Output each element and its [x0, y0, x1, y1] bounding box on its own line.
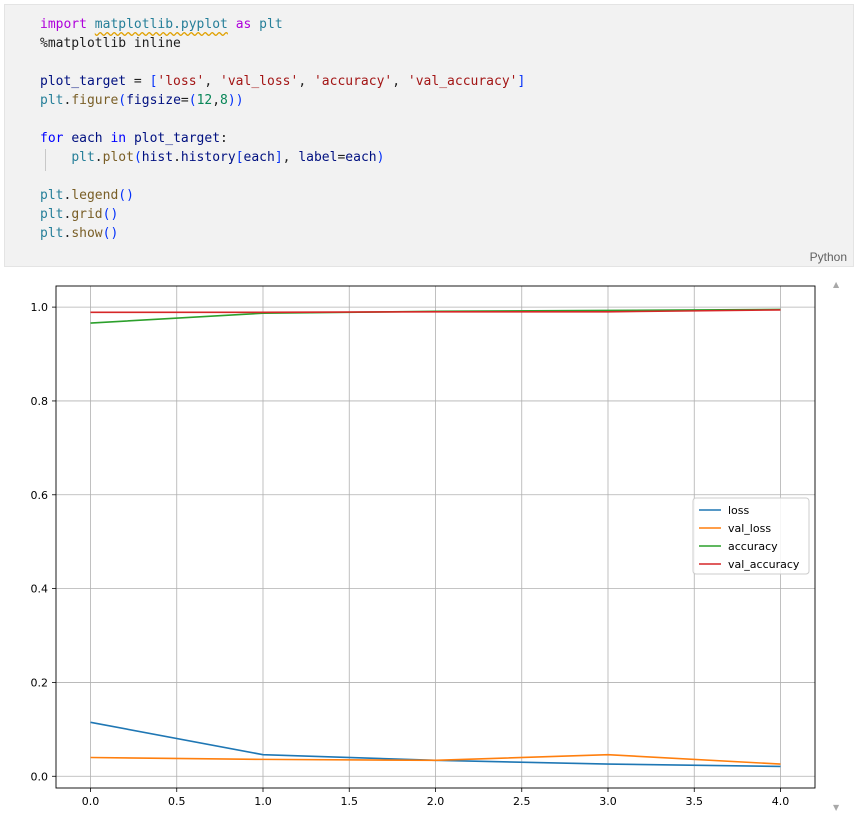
legend-label-val_accuracy: val_accuracy	[728, 558, 800, 571]
x-tick-label: 0.5	[168, 795, 186, 808]
colon: :	[220, 131, 228, 146]
keyword-as: as	[235, 17, 252, 32]
loop-variable: each	[71, 131, 103, 146]
separator: ,	[298, 74, 314, 89]
function-name: plot	[102, 150, 134, 165]
string-literal: 'accuracy'	[313, 74, 393, 89]
function-name: show	[71, 226, 103, 241]
scroll-down-icon[interactable]: ▼	[833, 803, 839, 812]
cell-output: 0.0 0.5 1.0 1.5 2.0 2.5 3.0 3.5 4.0 0.0 0.2 0.4 0.6 0…	[0, 270, 859, 817]
y-tick-label: 0.4	[31, 583, 49, 596]
string-literal: 'val_accuracy'	[407, 74, 518, 89]
code-line-4: plot_target = ['loss', 'val_loss', 'accu…	[40, 72, 525, 91]
object-name: plt	[71, 150, 95, 165]
separator: ,	[392, 74, 408, 89]
parameter-value: each	[345, 150, 377, 165]
object-name: plt	[40, 207, 64, 222]
code-cell[interactable]: import matplotlib.pyplot as plt %matplotl…	[4, 4, 854, 267]
line-chart: 0.0 0.5 1.0 1.5 2.0 2.5 3.0 3.5 4.0 0.0 0.2 0.4 0.6 0…	[31, 285, 816, 808]
bracket-close: ]	[517, 74, 526, 89]
keyword-for: for	[40, 131, 64, 146]
legend-label-val_loss: val_loss	[728, 522, 771, 535]
y-tick-label: 0.6	[31, 489, 49, 502]
y-tick-label: 1.0	[31, 301, 49, 314]
operator: =	[126, 74, 150, 89]
iterable-name: plot_target	[133, 131, 221, 146]
y-tick-label: 0.2	[31, 676, 49, 689]
code-line-2: %matplotlib inline	[40, 34, 525, 53]
y-tick-label: 0.8	[31, 395, 49, 408]
x-tick-label: 1.0	[254, 795, 272, 808]
string-literal: 'loss'	[157, 74, 205, 89]
scroll-up-icon[interactable]: ▲	[833, 280, 839, 289]
code-line-5: plt.figure(figsize=(12,8))	[40, 93, 244, 108]
module-name: matplotlib.pyplot	[94, 17, 228, 32]
x-tick-label: 4.0	[772, 795, 790, 808]
x-tick-label: 2.0	[427, 795, 445, 808]
x-tick-label: 2.5	[513, 795, 531, 808]
x-tick-label: 3.5	[686, 795, 704, 808]
parameter-name: figsize	[126, 93, 181, 108]
code-editor[interactable]: import matplotlib.pyplot as plt %matplotl…	[40, 15, 525, 243]
keyword-in: in	[110, 131, 127, 146]
legend-label-loss: loss	[728, 504, 750, 517]
language-label[interactable]: Python	[810, 250, 847, 264]
object-name: plt	[40, 226, 64, 241]
object-name: plt	[40, 93, 64, 108]
code-line-1: import matplotlib.pyplot as plt	[40, 15, 525, 34]
index-name: each	[243, 150, 275, 165]
code-line-8: plt.plot(hist.history[each], label=each)	[71, 150, 385, 165]
separator: ,	[204, 74, 221, 89]
x-tick-label: 3.0	[599, 795, 617, 808]
string-literal: 'val_loss'	[220, 74, 299, 89]
argument-name: hist	[141, 150, 174, 165]
alias-name: plt	[259, 17, 283, 32]
code-line-11: plt.grid()	[40, 207, 119, 222]
y-tick-label: 0.0	[31, 770, 49, 783]
object-name: plt	[40, 188, 64, 203]
parameter-name: label	[298, 150, 338, 165]
number-literal: 8	[220, 93, 228, 108]
legend-label-accuracy: accuracy	[728, 540, 778, 553]
number-literal: 12	[196, 93, 213, 108]
keyword-import: import	[40, 17, 87, 32]
function-name: grid	[71, 207, 103, 222]
code-line-7: for each in plot_target:	[40, 129, 525, 148]
x-tick-label: 1.5	[341, 795, 359, 808]
code-line-10: plt.legend()	[40, 188, 134, 203]
magic-command: %matplotlib inline	[40, 36, 181, 51]
x-tick-label: 0.0	[82, 795, 100, 808]
attribute-name: history	[180, 150, 236, 165]
code-line-12: plt.show()	[40, 226, 119, 241]
function-name: legend	[71, 188, 119, 203]
variable-name: plot_target	[40, 74, 127, 89]
function-name: figure	[71, 93, 119, 108]
